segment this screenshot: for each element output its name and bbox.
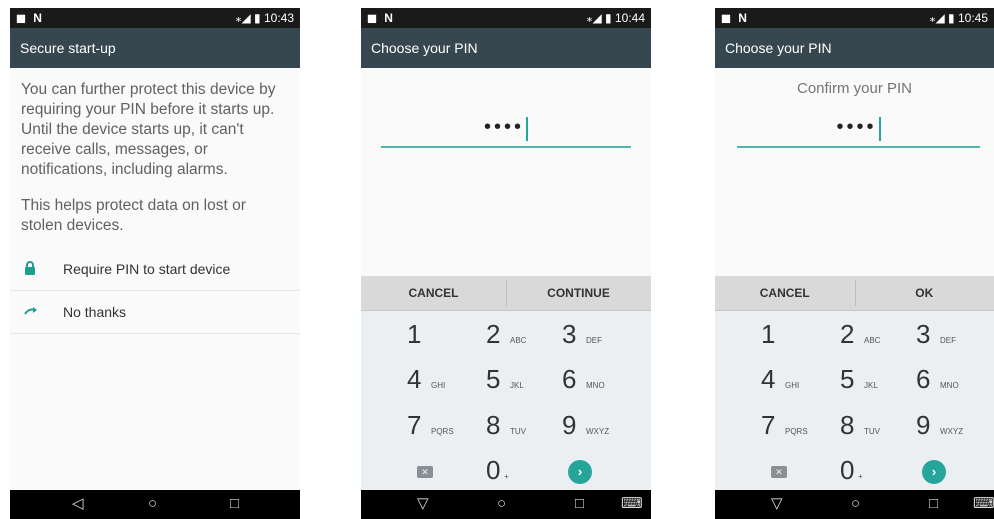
- recents-icon[interactable]: □: [230, 495, 239, 513]
- nav-bar: ▽ ○ □ ⌨: [715, 490, 994, 519]
- option-require-pin[interactable]: Require PIN to start device: [10, 248, 300, 291]
- key-7[interactable]: 7 PQRS: [407, 404, 483, 446]
- action-bar: CANCEL OK: [715, 276, 994, 311]
- option-no-thanks[interactable]: No thanks: [10, 291, 300, 334]
- go-icon[interactable]: ›: [568, 460, 592, 484]
- cancel-button[interactable]: CANCEL: [715, 276, 855, 310]
- page-title: Choose your PIN: [371, 40, 478, 56]
- status-bar: ◼ N ⁎◢ ▮ 10:45: [715, 8, 994, 28]
- page-title: Secure start-up: [20, 40, 116, 56]
- ok-button[interactable]: OK: [855, 276, 994, 310]
- home-icon[interactable]: ○: [851, 495, 860, 513]
- content: You can further protect this device by r…: [10, 68, 300, 490]
- option-label: Require PIN to start device: [63, 261, 231, 277]
- pin-heading: Confirm your PIN: [796, 80, 913, 97]
- backspace-icon[interactable]: ✕: [771, 466, 787, 478]
- page-title: Choose your PIN: [725, 40, 832, 56]
- option-label: No thanks: [63, 304, 127, 320]
- key-9[interactable]: 9 WXYZ: [562, 404, 638, 446]
- key-1[interactable]: 1: [407, 313, 483, 355]
- back-icon[interactable]: ▽: [771, 495, 783, 513]
- status-bar: ◼ N ⁎◢ ▮ 10:44: [361, 8, 651, 28]
- description-paragraph-2: This helps protect data on lost or stole…: [21, 197, 246, 234]
- key-3[interactable]: 3 DEF: [916, 313, 992, 355]
- key-6[interactable]: 6 MNO: [562, 358, 638, 400]
- pin-entry-area: ••••: [361, 68, 651, 276]
- cancel-button[interactable]: CANCEL: [361, 276, 506, 310]
- key-0[interactable]: 0 +: [840, 449, 916, 491]
- home-icon[interactable]: ○: [497, 495, 506, 513]
- key-4[interactable]: 4 GHI: [761, 358, 837, 400]
- status-icons-left: ◼ N: [367, 11, 395, 25]
- app-bar: Secure start-up: [10, 28, 300, 68]
- action-bar: CANCEL CONTINUE: [361, 276, 651, 311]
- go-icon[interactable]: ›: [922, 460, 946, 484]
- key-3[interactable]: 3 DEF: [562, 313, 638, 355]
- backspace-icon[interactable]: ✕: [417, 466, 433, 478]
- continue-button[interactable]: CONTINUE: [506, 276, 651, 310]
- key-0[interactable]: 0 +: [486, 449, 562, 491]
- pin-dots: ••••: [836, 116, 877, 138]
- key-2[interactable]: 2 ABC: [486, 313, 562, 355]
- status-time: ⁎◢ ▮ 10:43: [235, 11, 294, 25]
- pin-entry-area: Confirm your PIN ••••: [715, 68, 994, 276]
- key-5[interactable]: 5 JKL: [486, 358, 562, 400]
- home-icon[interactable]: ○: [148, 495, 157, 513]
- recents-icon[interactable]: □: [929, 495, 938, 513]
- numeric-keypad: 1 2 ABC 3 DEF 4 GHI 5 JKL 6 MNO 7 PQRS 8 TUV 9W…: [361, 311, 651, 490]
- nav-bar: ◁ ○ □: [10, 490, 300, 519]
- status-bar: ◼ N ⁎◢ ▮ 10:43: [10, 8, 300, 28]
- key-8[interactable]: 8 TUV: [486, 404, 562, 446]
- arrow-icon: [24, 304, 38, 319]
- key-6[interactable]: 6 MNO: [916, 358, 992, 400]
- recents-icon[interactable]: □: [575, 495, 584, 513]
- screen-choose-pin: ◼ N ⁎◢ ▮ 10:44 Choose your PIN •••• CANC…: [361, 8, 651, 519]
- key-2[interactable]: 2 ABC: [840, 313, 916, 355]
- status-icons-left: ◼ N: [721, 11, 749, 25]
- description-paragraph: You can further protect this device by r…: [21, 81, 276, 178]
- status-time: ⁎◢ ▮ 10:44: [586, 11, 645, 25]
- app-bar: Choose your PIN: [361, 28, 651, 68]
- key-8[interactable]: 8 TUV: [840, 404, 916, 446]
- key-5[interactable]: 5 JKL: [840, 358, 916, 400]
- key-4[interactable]: 4 GHI: [407, 358, 483, 400]
- text-cursor: [878, 116, 881, 141]
- pin-input[interactable]: ••••: [737, 112, 980, 148]
- keyboard-icon[interactable]: ⌨: [973, 495, 994, 513]
- back-icon[interactable]: ◁: [72, 495, 84, 513]
- status-icons-left: ◼ N: [16, 11, 44, 25]
- nav-bar: ▽ ○ □ ⌨: [361, 490, 651, 519]
- app-bar: Choose your PIN: [715, 28, 994, 68]
- key-1[interactable]: 1: [761, 313, 837, 355]
- lock-icon: [24, 261, 36, 278]
- status-time: ⁎◢ ▮ 10:45: [929, 11, 988, 25]
- key-7[interactable]: 7 PQRS: [761, 404, 837, 446]
- keyboard-icon[interactable]: ⌨: [621, 495, 643, 513]
- pin-dots: ••••: [483, 116, 524, 138]
- key-9[interactable]: 9 WXYZ: [916, 404, 992, 446]
- numeric-keypad: 1 2 ABC 3 DEF 4 GHI 5 JKL 6 MNO 7 PQRS 8 TUV 9W…: [715, 311, 994, 490]
- screen-secure-startup: ◼ N ⁎◢ ▮ 10:43 Secure start-up You can f…: [10, 8, 300, 519]
- text-cursor: [526, 116, 528, 141]
- screen-confirm-pin: ◼ N ⁎◢ ▮ 10:45 Choose your PIN Confirm y…: [715, 8, 994, 519]
- back-icon[interactable]: ▽: [417, 495, 429, 513]
- pin-input[interactable]: ••••: [381, 112, 631, 148]
